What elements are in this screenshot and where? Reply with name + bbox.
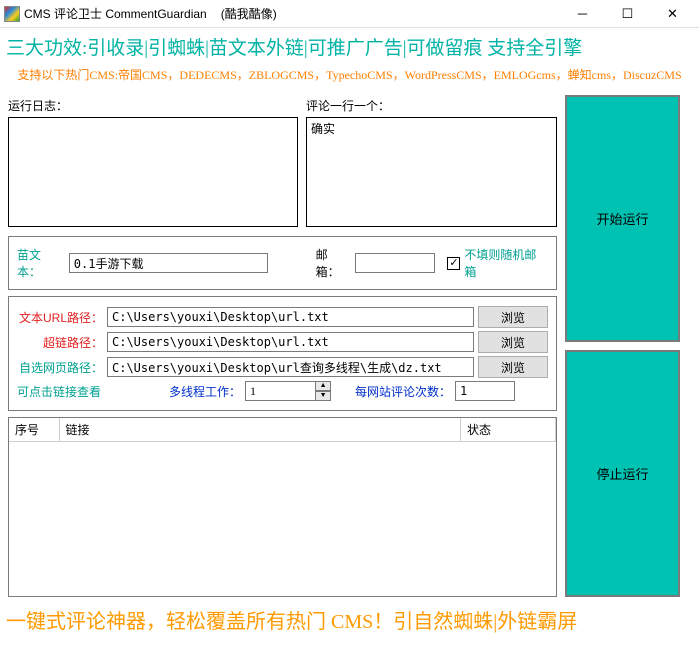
minimize-button[interactable]: ─: [560, 0, 605, 28]
click-hint-label: 可点击链接查看: [17, 383, 101, 400]
link-path-label: 超链路径：: [17, 334, 103, 351]
threads-input[interactable]: [245, 381, 315, 401]
random-email-checkbox[interactable]: ✓: [447, 257, 460, 270]
email-input[interactable]: [355, 253, 435, 273]
anchor-input[interactable]: [69, 253, 268, 273]
custom-path-label: 自选网页路径：: [17, 359, 103, 376]
col-no[interactable]: 序号: [9, 418, 59, 442]
comment-textarea[interactable]: [306, 117, 557, 227]
custom-path-input[interactable]: [107, 357, 474, 377]
anchor-label: 苗文本：: [17, 246, 65, 280]
text-url-label: 文本URL路径：: [17, 309, 103, 326]
browse-link-button[interactable]: 浏览: [478, 331, 548, 353]
threads-label: 多线程工作：: [169, 383, 241, 400]
comment-label: 评论一行一个：: [306, 95, 557, 117]
window-title: CMS 评论卫士 CommentGuardian: [24, 5, 207, 22]
cms-support-banner: 支持以下热门CMS:帝国CMS，DEDECMS，ZBLOGCMS，Typecho…: [0, 62, 699, 91]
paths-panel: 文本URL路径： 浏览 超链路径： 浏览 自选网页路径： 浏览 可点击链接查看 …: [8, 296, 557, 411]
link-path-input[interactable]: [107, 332, 474, 352]
log-textarea[interactable]: [8, 117, 298, 227]
col-status[interactable]: 状态: [461, 418, 556, 442]
window-subtitle: (酷我酷像): [221, 5, 277, 22]
per-site-input[interactable]: [455, 381, 515, 401]
maximize-button[interactable]: ☐: [605, 0, 650, 28]
threads-spinner[interactable]: ▲▼: [245, 381, 331, 401]
anchor-email-panel: 苗文本： 邮箱： ✓ 不填则随机邮箱: [8, 236, 557, 290]
browse-custom-button[interactable]: 浏览: [478, 356, 548, 378]
col-link[interactable]: 链接: [59, 418, 461, 442]
close-button[interactable]: ✕: [650, 0, 695, 28]
per-site-label: 每网站评论次数：: [355, 383, 451, 400]
results-table: 序号 链接 状态: [9, 418, 556, 442]
text-url-input[interactable]: [107, 307, 474, 327]
log-label: 运行日志：: [8, 95, 298, 117]
browse-text-button[interactable]: 浏览: [478, 306, 548, 328]
random-email-label: 不填则随机邮箱: [464, 246, 548, 280]
footer-banner: 一键式评论神器，轻松覆盖所有热门 CMS！引自然蜘蛛|外链霸屏: [0, 597, 699, 638]
email-label: 邮箱：: [316, 246, 352, 280]
results-table-wrap[interactable]: 序号 链接 状态: [8, 417, 557, 597]
stop-button[interactable]: 停止运行: [565, 350, 680, 597]
feature-banner: 三大功效:引收录|引蜘蛛|苗文本外链|可推广广告|可做留痕 支持全引擎: [0, 28, 699, 62]
app-icon: [4, 6, 20, 22]
titlebar: CMS 评论卫士 CommentGuardian (酷我酷像) ─ ☐ ✕: [0, 0, 699, 28]
threads-up[interactable]: ▲: [315, 381, 331, 391]
threads-down[interactable]: ▼: [315, 391, 331, 401]
start-button[interactable]: 开始运行: [565, 95, 680, 342]
